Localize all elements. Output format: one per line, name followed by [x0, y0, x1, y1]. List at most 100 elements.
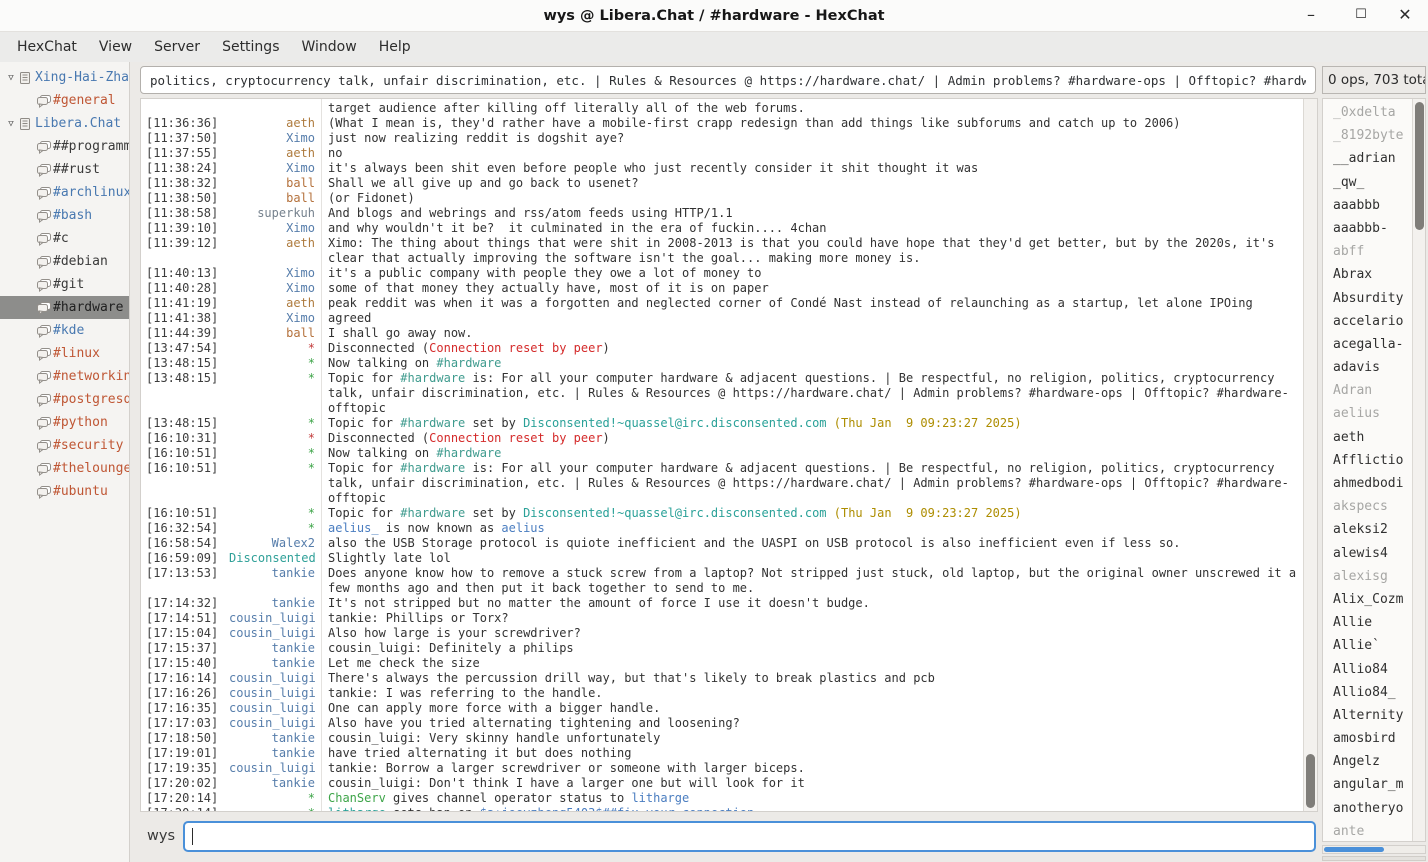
- user-list-item[interactable]: adavis: [1323, 356, 1412, 379]
- nick: tankie: [229, 566, 321, 596]
- user-list-item[interactable]: alewis4: [1323, 542, 1412, 565]
- minimize-button[interactable]: –: [1294, 0, 1328, 32]
- tree-channel-bash[interactable]: #bash: [0, 204, 129, 227]
- message-text: Ximo: The thing about things that were s…: [321, 236, 1301, 266]
- tree-channel-c[interactable]: #c: [0, 227, 129, 250]
- tree-channel-git[interactable]: #git: [0, 273, 129, 296]
- tree-channel-archlinux[interactable]: #archlinux: [0, 181, 129, 204]
- user-list-item[interactable]: alexisg: [1323, 565, 1412, 588]
- user-list-item[interactable]: Absurdity: [1323, 287, 1412, 310]
- user-list-item[interactable]: Adran: [1323, 379, 1412, 402]
- tree-channel-kde[interactable]: #kde: [0, 319, 129, 342]
- chat-message-row: [13:47:54]*Disconnected (Connection rese…: [141, 341, 1301, 356]
- user-list-item[interactable]: Allio84: [1323, 658, 1412, 681]
- user-list-item[interactable]: __adrian: [1323, 147, 1412, 170]
- expander-icon[interactable]: ▽: [4, 119, 18, 129]
- nick: Ximo: [229, 281, 321, 296]
- nick: superkuh: [229, 206, 321, 221]
- timestamp: [16:10:51]: [141, 446, 229, 461]
- chat-message-row: [16:32:54]*aelius_ is now known as aeliu…: [141, 521, 1301, 536]
- message-input[interactable]: [183, 821, 1316, 852]
- message-segment-msg_olive: (Thu Jan 9 09:23:27 2025): [827, 416, 1022, 430]
- timestamp: [11:38:32]: [141, 176, 229, 191]
- menu-server[interactable]: Server: [143, 32, 211, 62]
- user-list-scrollbar-thumb[interactable]: [1415, 102, 1424, 230]
- expander-icon[interactable]: ▽: [4, 73, 18, 83]
- channel-icon: [36, 232, 53, 246]
- message-segment: Ximo: The thing about things that were s…: [328, 236, 1282, 265]
- message-text: Topic for #hardware is: For all your com…: [321, 371, 1301, 416]
- timestamp: [16:32:54]: [141, 521, 229, 536]
- channel-icon: [36, 370, 53, 384]
- user-list-item[interactable]: Allie`: [1323, 634, 1412, 657]
- tree-channel-python[interactable]: #python: [0, 411, 129, 434]
- user-list-item[interactable]: anotheryo: [1323, 797, 1412, 820]
- user-list-item[interactable]: acegalla-: [1323, 333, 1412, 356]
- user-list-item[interactable]: aleksi2: [1323, 518, 1412, 541]
- user-list-item[interactable]: aaabbb: [1323, 194, 1412, 217]
- tree-channel-rust[interactable]: ##rust: [0, 158, 129, 181]
- menu-help[interactable]: Help: [368, 32, 422, 62]
- tree-channel-debian[interactable]: #debian: [0, 250, 129, 273]
- chat-scrollbar[interactable]: [1303, 99, 1317, 811]
- user-list-item[interactable]: _0xdelta: [1323, 101, 1412, 124]
- channel-icon: [36, 416, 53, 430]
- tree-channel-thelounge[interactable]: #thelounge: [0, 457, 129, 480]
- menu-window[interactable]: Window: [290, 32, 367, 62]
- message-segment-msg_chan: #hardware: [400, 416, 465, 430]
- chat-message-row: [11:41:19]aethpeak reddit was when it wa…: [141, 296, 1301, 311]
- user-list-item[interactable]: Alternity: [1323, 704, 1412, 727]
- tree-channel-security[interactable]: #security: [0, 434, 129, 457]
- tree-server-Xing-Hai-Zhan[interactable]: ▽Xing-Hai-Zhan: [0, 66, 129, 89]
- nick: *: [229, 521, 321, 536]
- user-list-scrollbar[interactable]: [1412, 99, 1425, 841]
- maximize-button[interactable]: ☐: [1344, 0, 1378, 32]
- tree-item-label: #ubuntu: [53, 484, 108, 499]
- user-list-item[interactable]: abff: [1323, 240, 1412, 263]
- user-list-item[interactable]: angular_m: [1323, 773, 1412, 796]
- user-list-hscrollbar-thumb[interactable]: [1324, 847, 1384, 852]
- tree-channel-postgresql[interactable]: #postgresql: [0, 388, 129, 411]
- user-list-item[interactable]: ante: [1323, 820, 1412, 842]
- tree-item-label: ##programming: [53, 139, 129, 154]
- menu-view[interactable]: View: [88, 32, 143, 62]
- user-list-item[interactable]: Allie: [1323, 611, 1412, 634]
- user-list-item[interactable]: Abrax: [1323, 263, 1412, 286]
- message-text: some of that money they actually have, m…: [321, 281, 1301, 296]
- user-list-item[interactable]: amosbird: [1323, 727, 1412, 750]
- menu-hexchat[interactable]: HexChat: [6, 32, 88, 62]
- chat-scrollbar-thumb[interactable]: [1306, 754, 1315, 808]
- message-segment: have tried alternating it but does nothi…: [328, 746, 631, 760]
- message-segment: just now realizing reddit is dogshit aye…: [328, 131, 624, 145]
- user-list-hscrollbar[interactable]: [1322, 845, 1426, 854]
- topic-input[interactable]: [140, 66, 1316, 94]
- user-list-item[interactable]: ahmedbodi: [1323, 472, 1412, 495]
- user-list-item[interactable]: aaabbb-: [1323, 217, 1412, 240]
- tree-channel-ubuntu[interactable]: #ubuntu: [0, 480, 129, 503]
- channel-icon: [36, 485, 53, 499]
- user-list-item[interactable]: _qw_: [1323, 171, 1412, 194]
- tree-channel-general[interactable]: #general: [0, 89, 129, 112]
- user-list-item[interactable]: Afflictio: [1323, 449, 1412, 472]
- user-list-item[interactable]: akspecs: [1323, 495, 1412, 518]
- chat-message-row: [17:18:50]tankiecousin_luigi: Very skinn…: [141, 731, 1301, 746]
- user-list-item[interactable]: Angelz: [1323, 750, 1412, 773]
- tree-channel-linux[interactable]: #linux: [0, 342, 129, 365]
- user-list-item[interactable]: Allio84_: [1323, 681, 1412, 704]
- tree-channel-networking[interactable]: #networking: [0, 365, 129, 388]
- tree-server-Libera.Chat[interactable]: ▽Libera.Chat: [0, 112, 129, 135]
- message-text: aelius_ is now known as aelius: [321, 521, 1301, 536]
- user-list-item[interactable]: aelius: [1323, 402, 1412, 425]
- user-list-item[interactable]: aeth: [1323, 426, 1412, 449]
- user-list-item[interactable]: _8192byte: [1323, 124, 1412, 147]
- close-button[interactable]: ✕: [1388, 0, 1422, 32]
- user-list-item[interactable]: Alix_Cozm: [1323, 588, 1412, 611]
- message-text: and why wouldn't it be? it culminated in…: [321, 221, 1301, 236]
- message-segment-msg_host: Disconsented!~quassel@irc.disconsented.c…: [523, 506, 826, 520]
- tree-channel-programming[interactable]: ##programming: [0, 135, 129, 158]
- user-list-item[interactable]: accelario: [1323, 310, 1412, 333]
- tree-item-label: #hardware: [53, 300, 123, 315]
- nick: ball: [229, 176, 321, 191]
- tree-channel-hardware[interactable]: #hardware: [0, 296, 129, 319]
- menu-settings[interactable]: Settings: [211, 32, 290, 62]
